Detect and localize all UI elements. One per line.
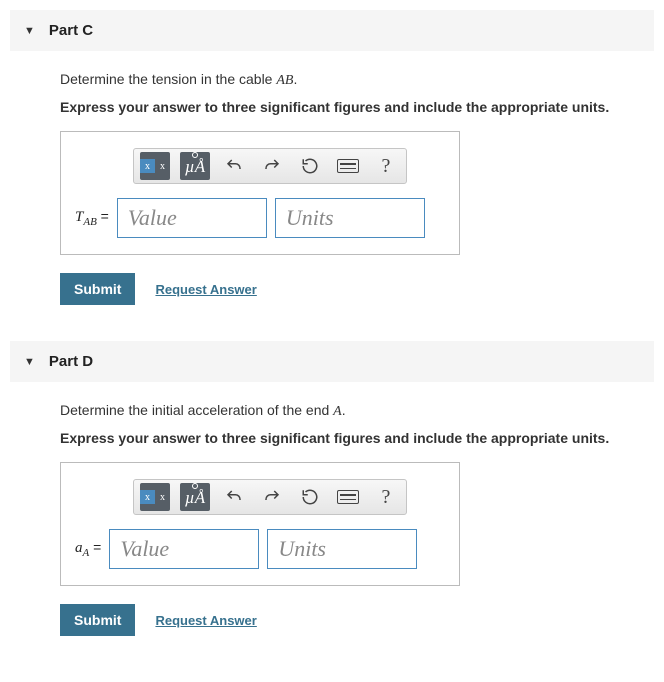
actions-row: Submit Request Answer (60, 604, 642, 636)
actions-row: Submit Request Answer (60, 273, 642, 305)
value-input[interactable]: Value (109, 529, 259, 569)
collapse-caret-icon: ▼ (24, 25, 35, 37)
prompt-text: Determine the tension in the cable AB. (60, 71, 642, 89)
format-template-button[interactable]: xx xx (140, 483, 170, 511)
prompt-text: Determine the initial acceleration of th… (60, 402, 642, 420)
undo-icon[interactable] (220, 152, 248, 180)
units-mu-button[interactable]: µÅ (180, 483, 210, 511)
part-body: Determine the tension in the cable AB. E… (10, 51, 654, 317)
redo-icon[interactable] (258, 483, 286, 511)
help-button[interactable]: ? (372, 152, 400, 180)
instruction-text: Express your answer to three significant… (60, 99, 642, 115)
value-input[interactable]: Value (117, 198, 267, 238)
input-row: aA = Value Units (75, 529, 445, 569)
part-header[interactable]: ▼ Part D (10, 341, 654, 382)
help-button[interactable]: ? (372, 483, 400, 511)
equation-toolbar: xx xx µÅ ? (133, 148, 407, 184)
input-row: TAB = Value Units (75, 198, 445, 238)
request-answer-link[interactable]: Request Answer (155, 613, 256, 628)
part-block: ▼ Part D Determine the initial accelerat… (10, 341, 654, 648)
variable-label: TAB = (75, 208, 109, 228)
part-block: ▼ Part C Determine the tension in the ca… (10, 10, 654, 317)
collapse-caret-icon: ▼ (24, 356, 35, 368)
format-template-button[interactable]: xx xx (140, 152, 170, 180)
answer-frame: xx xx µÅ ? TAB = Value Units (60, 131, 460, 255)
submit-button[interactable]: Submit (60, 604, 135, 636)
part-title: Part D (49, 353, 93, 370)
redo-icon[interactable] (258, 152, 286, 180)
keyboard-icon[interactable] (334, 483, 362, 511)
reset-icon[interactable] (296, 152, 324, 180)
equation-toolbar: xx xx µÅ ? (133, 479, 407, 515)
instruction-text: Express your answer to three significant… (60, 430, 642, 446)
part-title: Part C (49, 22, 93, 39)
keyboard-icon[interactable] (334, 152, 362, 180)
units-input[interactable]: Units (275, 198, 425, 238)
request-answer-link[interactable]: Request Answer (155, 282, 256, 297)
undo-icon[interactable] (220, 483, 248, 511)
variable-label: aA = (75, 539, 101, 559)
reset-icon[interactable] (296, 483, 324, 511)
units-mu-button[interactable]: µÅ (180, 152, 210, 180)
part-header[interactable]: ▼ Part C (10, 10, 654, 51)
answer-frame: xx xx µÅ ? aA = Value Units (60, 462, 460, 586)
submit-button[interactable]: Submit (60, 273, 135, 305)
part-body: Determine the initial acceleration of th… (10, 382, 654, 648)
units-input[interactable]: Units (267, 529, 417, 569)
